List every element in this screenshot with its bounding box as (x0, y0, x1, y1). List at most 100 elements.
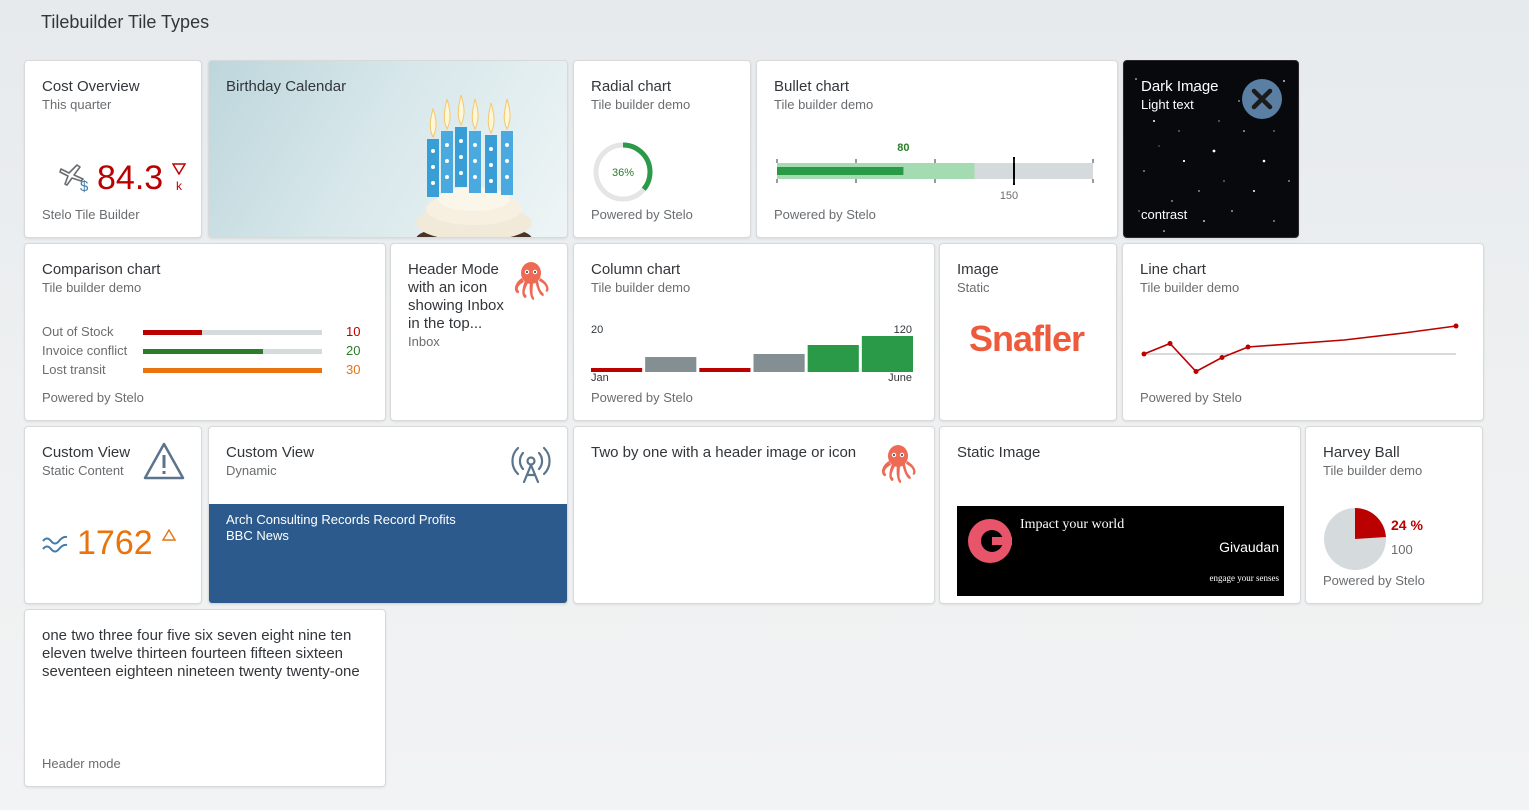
line-chart (1141, 323, 1459, 374)
tile-bullet-chart[interactable]: Bullet chart Tile builder demo 80 150 Po… (756, 60, 1118, 238)
column-bar (645, 357, 697, 372)
tile-title: Static Image (957, 444, 1041, 461)
banner-headline: Impact your world (1020, 517, 1125, 532)
comparison-track (143, 349, 322, 354)
column-first-value: 20 (591, 324, 604, 336)
radial-value-label: 36% (612, 167, 634, 179)
octopus-icon (514, 262, 549, 300)
line-point (1141, 351, 1147, 357)
comparison-chart: Out of Stock 10 Invoice conflict 20 Lost tra… (42, 324, 372, 381)
bullet-actual-bar (777, 167, 904, 175)
tile-static-image[interactable]: Static Image Impact your world Givaudan … (939, 426, 1301, 604)
comparison-value: 10 (346, 324, 361, 339)
line-point (1453, 323, 1459, 329)
comparison-bar (143, 368, 322, 373)
tile-subtitle: Tile builder demo (1140, 280, 1240, 295)
comparison-track (143, 330, 322, 335)
tile-title: Radial chart (591, 78, 672, 95)
comparison-row: Out of Stock 10 (42, 324, 372, 343)
tile-footer: Powered by Stelo (591, 390, 693, 405)
tile-custom-view-dynamic[interactable]: Custom View Dynamic Arch Consulting Reco… (208, 426, 568, 604)
tile-header-mode-icon[interactable]: Header Mode with an icon showing Inbox i… (390, 243, 568, 421)
tile-image-static[interactable]: Image Static Snafler (939, 243, 1117, 421)
bullet-value-label: 80 (897, 142, 909, 154)
tile-subtitle: Tile builder demo (42, 280, 142, 295)
tile-dark-image[interactable]: Dark Image Light text contrast (1123, 60, 1299, 238)
tile-title: Dark Image (1141, 78, 1219, 95)
tile-footer: Header mode (42, 756, 121, 771)
tile-column-chart[interactable]: Column chart Tile builder demo 20 120 Ja… (573, 243, 935, 421)
line-point (1245, 344, 1251, 350)
news-panel[interactable]: Arch Consulting Records Record Profits B… (209, 504, 567, 603)
tile-title: Bullet chart (774, 78, 850, 95)
tile-title: Two by one with a header image or icon (591, 444, 857, 461)
tile-footer: Powered by Stelo (1140, 390, 1242, 405)
banner-brand: Givaudan (1219, 539, 1279, 555)
line-point (1167, 341, 1173, 346)
line-series (1143, 325, 1457, 373)
tile-title: Line chart (1140, 261, 1206, 278)
page-title: Tilebuilder Tile Types (41, 12, 210, 32)
kpi-value: 84.3 (97, 159, 164, 197)
bullet-target-label: 150 (1000, 190, 1018, 202)
tile-title: Image (957, 261, 999, 278)
tile-birthday-calendar[interactable]: Birthday Calendar (208, 60, 568, 238)
tile-text-header-mode[interactable]: one two three four five six seven eight … (24, 609, 386, 787)
close-circle-icon (1242, 79, 1282, 119)
tile-text: one two three four five six seven eight … (42, 627, 360, 680)
tile-two-by-one[interactable]: Two by one with a header image or icon (573, 426, 935, 604)
comparison-row: Invoice conflict 20 (42, 343, 372, 362)
banner-tagline: engage your senses (1209, 573, 1279, 583)
column-last-value: 120 (893, 324, 912, 336)
comparison-row: Lost transit 30 (42, 362, 372, 381)
column-bar (807, 345, 859, 372)
tile-subtitle: Tile builder demo (1323, 463, 1423, 478)
tile-title: Custom View (42, 444, 131, 461)
tile-footer: Powered by Stelo (1323, 573, 1425, 588)
comparison-track (143, 368, 322, 373)
tile-footer: Powered by Stelo (42, 390, 144, 405)
column-last-label: June (888, 372, 912, 384)
news-source: BBC News (226, 528, 289, 543)
tile-title: Birthday Calendar (226, 78, 347, 95)
comparison-label: Invoice conflict (42, 343, 128, 358)
trend-up-icon (162, 529, 176, 541)
givaudan-banner: Impact your world Givaudan engage your s… (957, 506, 1284, 596)
tile-subtitle: This quarter (42, 97, 112, 112)
tile-radial-chart[interactable]: Radial chart Tile builder demo 36% Power… (573, 60, 751, 238)
comparison-bar (143, 349, 263, 354)
tile-subtitle: Inbox (408, 334, 440, 349)
tile-title: Harvey Ball (1323, 444, 1400, 461)
givaudan-logo-icon (968, 519, 1012, 563)
tile-subtitle: Dynamic (226, 463, 277, 478)
tile-harvey-ball[interactable]: Harvey Ball Tile builder demo 24 % 100 P… (1305, 426, 1483, 604)
tile-line-chart[interactable]: Line chart Tile builder demo Powered by … (1122, 243, 1484, 421)
comparison-value: 20 (346, 343, 361, 358)
tile-comparison-chart[interactable]: Comparison chart Tile builder demo Out o… (24, 243, 386, 421)
tile-subtitle: Static (957, 280, 990, 295)
tile-title: Cost Overview (42, 78, 140, 95)
tile-custom-view-static[interactable]: Custom View Static Content 1762 (24, 426, 202, 604)
column-bar (753, 354, 805, 372)
column-chart (591, 336, 913, 372)
broadcast-tower-icon (511, 446, 551, 484)
column-bar (861, 336, 913, 372)
column-first-label: Jan (591, 372, 609, 384)
bullet-chart: 80 150 (776, 142, 1094, 202)
tile-subtitle: Tile builder demo (591, 280, 691, 295)
tile-title: Custom View (226, 444, 315, 461)
line-point (1193, 369, 1199, 374)
tile-subtitle: Static Content (42, 463, 124, 478)
tile-footer: Powered by Stelo (774, 207, 876, 222)
radial-chart: 36% (593, 142, 653, 202)
svg-text:$: $ (80, 178, 89, 193)
tile-subtitle: Tile builder demo (774, 97, 874, 112)
warning-icon (143, 442, 185, 480)
line-point (1219, 355, 1225, 360)
tile-cost-overview[interactable]: Cost Overview This quarter $ 84.3 k Stel… (24, 60, 202, 238)
tile-subtitle: Light text (1141, 97, 1194, 112)
tile-footer: Stelo Tile Builder (42, 207, 140, 222)
tile-footer: contrast (1141, 207, 1188, 222)
tile-title: Column chart (591, 261, 681, 278)
octopus-icon (881, 445, 916, 483)
